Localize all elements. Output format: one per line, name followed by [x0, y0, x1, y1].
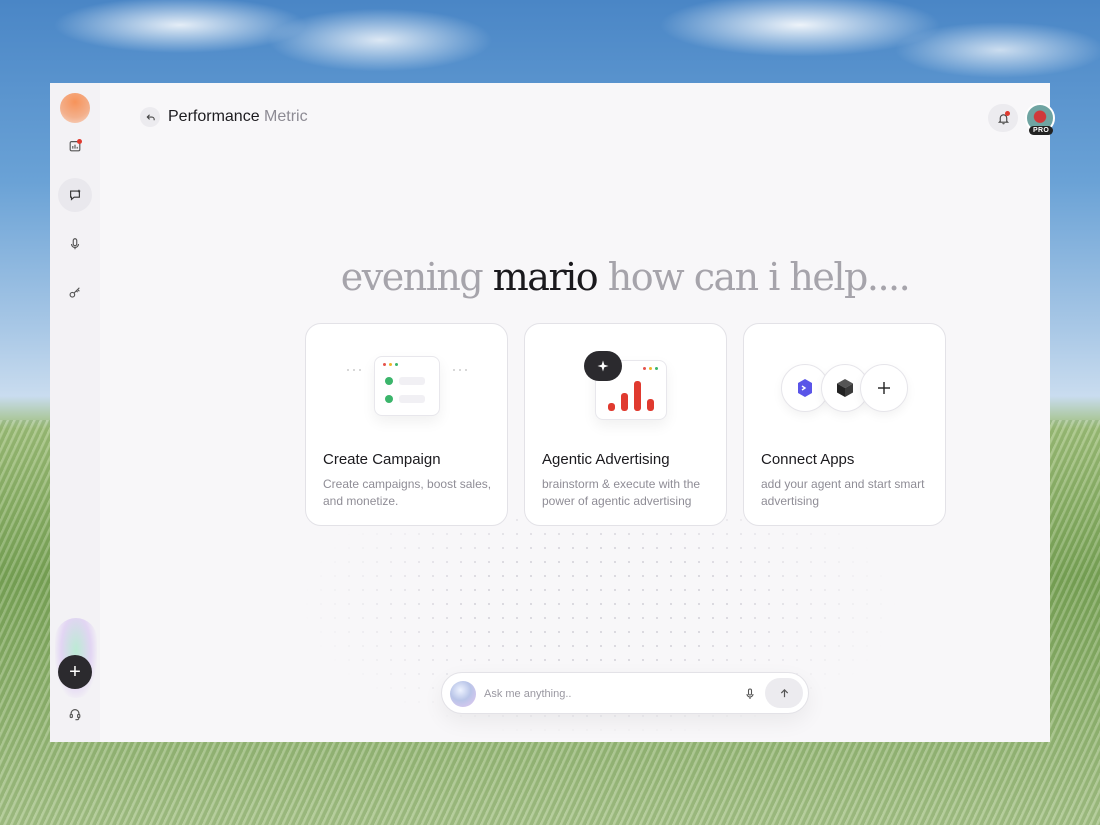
apps-illustration: [744, 324, 947, 444]
agent-app-icon: [798, 379, 812, 397]
greeting-name: mario: [492, 255, 599, 299]
sparkle-icon: [597, 360, 609, 372]
arrow-up-icon: [780, 688, 788, 697]
key-icon: [69, 287, 80, 298]
greeting-prefix: evening: [340, 255, 484, 299]
card-title: Agentic Advertising: [542, 451, 670, 468]
back-button[interactable]: [140, 107, 160, 127]
dots-left-decoration: [347, 369, 361, 371]
analytics-button[interactable]: [58, 129, 92, 163]
chat-icon: [70, 189, 81, 201]
add-app-button[interactable]: [860, 364, 908, 412]
top-bar: Performance Metric: [140, 107, 308, 127]
page-title-secondary: Metric: [264, 108, 308, 125]
chat-button[interactable]: [58, 178, 92, 212]
pro-badge: PRO: [1029, 126, 1054, 135]
main-area: Performance Metric PRO evening mario how…: [100, 83, 1055, 743]
card-description: brainstorm & execute with the power of a…: [542, 477, 701, 508]
support-icon: [69, 709, 81, 721]
chat-bar: [441, 672, 809, 714]
dots-right-decoration: [453, 369, 467, 371]
bar-chart-icon: [608, 381, 654, 411]
plus-icon: +: [69, 661, 81, 683]
checklist-window: [374, 356, 440, 416]
create-campaign-card[interactable]: Create Campaign Create campaigns, boost …: [305, 323, 508, 526]
check-icon: [385, 377, 393, 385]
support-button[interactable]: [58, 697, 92, 731]
check-icon: [385, 395, 393, 403]
back-arrow-icon: [146, 113, 155, 120]
orb-icon: [450, 681, 476, 707]
greeting-suffix: how can i help....: [607, 255, 911, 299]
card-title: Create Campaign: [323, 451, 441, 468]
page-title-primary: Performance: [168, 108, 260, 125]
cube-app-icon: [837, 379, 853, 397]
notification-dot: [1005, 111, 1010, 116]
microphone-icon: [746, 688, 754, 699]
card-description: add your agent and start smart advertisi…: [761, 477, 925, 508]
connect-apps-card[interactable]: Connect Apps add your agent and start sm…: [743, 323, 946, 526]
voice-input-button[interactable]: [742, 686, 758, 702]
sidebar: +: [50, 83, 100, 742]
app-window: + Performance Metric PRO evening mario h…: [50, 83, 1055, 743]
plus-icon: [878, 382, 890, 394]
keys-button[interactable]: [58, 276, 92, 310]
app-logo[interactable]: [60, 93, 90, 123]
agentic-advertising-card[interactable]: Agentic Advertising brainstorm & execute…: [524, 323, 727, 526]
notification-dot: [77, 139, 82, 144]
campaign-illustration: [306, 324, 509, 444]
advertising-illustration: [525, 324, 728, 444]
sky-background: [0, 0, 1100, 90]
send-button[interactable]: [765, 678, 803, 708]
chat-input[interactable]: [484, 684, 724, 704]
new-button[interactable]: +: [58, 655, 92, 689]
microphone-icon: [70, 238, 80, 250]
greeting: evening mario how can i help....: [100, 255, 1100, 299]
card-description: Create campaigns, boost sales, and monet…: [323, 477, 492, 508]
notifications-button[interactable]: [988, 104, 1018, 132]
page-title: Performance Metric: [168, 108, 308, 126]
card-title: Connect Apps: [761, 451, 855, 468]
voice-button[interactable]: [58, 227, 92, 261]
ai-sparkle-badge: [584, 351, 622, 381]
